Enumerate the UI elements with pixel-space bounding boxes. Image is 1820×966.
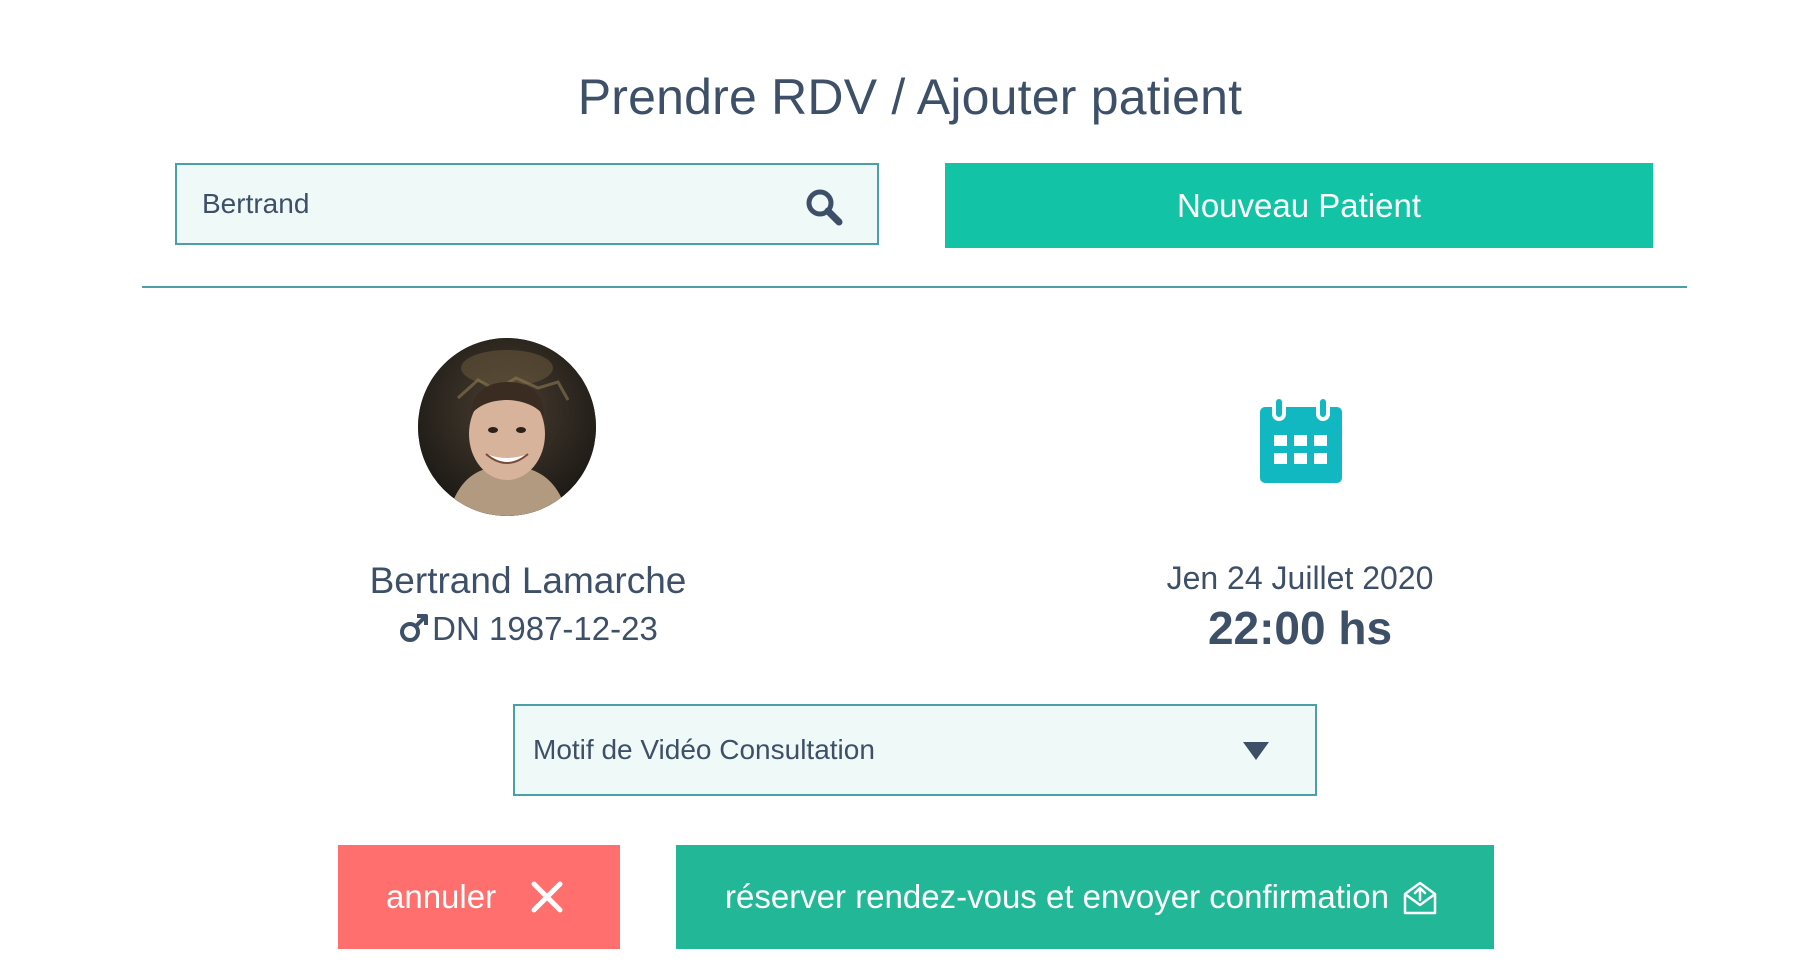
- send-mail-icon[interactable]: [1402, 880, 1438, 916]
- patient-search-input[interactable]: Bertrand: [175, 163, 879, 245]
- patient-dob: DN 1987-12-23: [432, 610, 658, 647]
- cancel-button-label[interactable]: annuler: [386, 845, 496, 949]
- motif-dropdown[interactable]: Motif de Vidéo Consultation: [513, 704, 1317, 796]
- male-icon: [400, 614, 429, 642]
- calendar-icon[interactable]: [1260, 397, 1342, 483]
- reserve-and-confirm-button[interactable]: réserver rendez-vous et envoyer confirma…: [676, 845, 1494, 949]
- search-icon[interactable]: [804, 187, 844, 227]
- new-patient-button[interactable]: Nouveau Patient: [945, 163, 1653, 248]
- close-icon[interactable]: [531, 881, 563, 913]
- patient-avatar: [418, 338, 596, 516]
- cancel-button[interactable]: annuler: [338, 845, 620, 949]
- reserve-button-label[interactable]: réserver rendez-vous et envoyer confirma…: [725, 845, 1389, 949]
- patient-name: Bertrand Lamarche: [369, 560, 687, 601]
- patient-dob-row: DN 1987-12-23: [328, 610, 728, 648]
- chevron-down-icon[interactable]: [1243, 742, 1269, 760]
- page-title: Prendre RDV / Ajouter patient: [577, 69, 1243, 125]
- section-divider: [142, 286, 1687, 288]
- appointment-time: 22:00 hs: [1207, 602, 1393, 654]
- appointment-date: Jen 24 Juillet 2020: [1166, 560, 1434, 596]
- motif-selected-value[interactable]: Motif de Vidéo Consultation: [533, 706, 875, 794]
- patient-photo: [418, 338, 596, 516]
- search-input-value[interactable]: Bertrand: [202, 165, 309, 243]
